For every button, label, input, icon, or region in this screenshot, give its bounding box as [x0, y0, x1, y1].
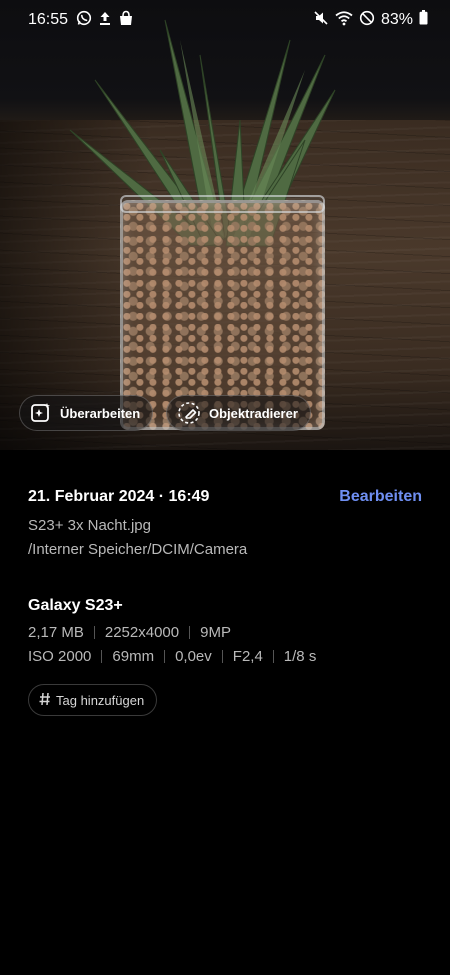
photo-details: 21. Februar 2024 · 16:49 Bearbeiten S23+…	[28, 480, 422, 716]
whatsapp-icon	[76, 10, 92, 31]
file-size: 2,17 MB	[28, 623, 84, 641]
resolution: 2252x4000	[104, 623, 180, 641]
hash-icon	[39, 692, 51, 709]
file-name: S23+ 3x Nacht.jpg	[28, 517, 151, 534]
object-eraser-label: Objektradierer	[209, 405, 298, 421]
remaster-label: Überarbeiten	[60, 405, 141, 421]
remaster-button[interactable]: Überarbeiten	[19, 395, 154, 431]
shutter-speed: 1/8 s	[283, 647, 317, 665]
camera-specs: ISO 2000 69mm 0,0ev F2,4 1/8 s	[28, 644, 422, 668]
capture-date: 21. Februar 2024 · 16:49	[28, 488, 210, 505]
megapixels: 9MP	[200, 623, 231, 641]
upload-icon	[98, 10, 112, 31]
device-model: Galaxy S23+	[28, 597, 123, 614]
do-not-disturb-icon	[359, 10, 375, 31]
exposure-value: 0,0ev	[175, 647, 212, 665]
edit-button[interactable]: Bearbeiten	[339, 488, 422, 506]
add-tag-button[interactable]: Tag hinzufügen	[28, 684, 158, 716]
eraser-icon	[177, 401, 201, 425]
photo-preview[interactable]: Überarbeiten Objektradierer	[0, 0, 450, 450]
wifi-icon	[335, 10, 353, 31]
object-eraser-button[interactable]: Objektradierer	[166, 395, 311, 431]
focal-length: 69mm	[112, 647, 155, 665]
file-specs: 2,17 MB 2252x4000 9MP	[28, 620, 422, 644]
battery-percent: 83%	[380, 11, 413, 28]
aperture: F2,4	[232, 647, 263, 665]
add-tag-label: Tag hinzufügen	[56, 692, 145, 708]
status-time: 16:55	[28, 11, 69, 28]
battery-icon	[419, 10, 428, 30]
iso: ISO 2000	[28, 647, 92, 665]
file-path: /Interner Speicher/DCIM/Camera	[28, 541, 248, 558]
shopping-bag-icon	[118, 10, 134, 31]
mute-icon	[313, 10, 329, 31]
status-bar: 16:55 83%	[0, 0, 450, 40]
sparkle-edit-icon	[30, 402, 52, 424]
